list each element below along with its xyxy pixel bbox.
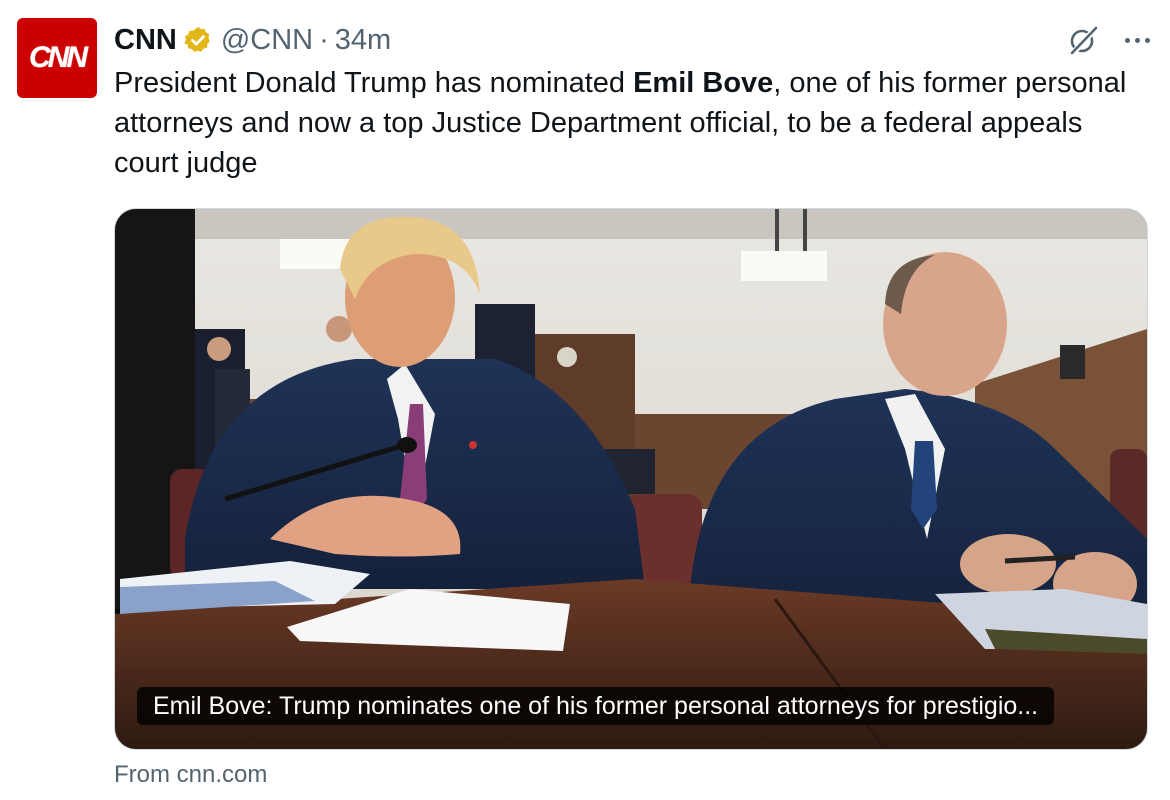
more-dot xyxy=(1145,37,1150,43)
tweet-text-start: President Donald Trump has nominated xyxy=(114,67,634,99)
tweet-header: CNN @CNN · 34m xyxy=(114,20,391,60)
more-dot xyxy=(1135,37,1140,43)
link-card[interactable]: Emil Bove: Trump nominates one of his fo… xyxy=(114,208,1148,750)
separator-dot: · xyxy=(319,24,329,56)
avatar[interactable]: CNN xyxy=(17,18,97,98)
card-caption: Emil Bove: Trump nominates one of his fo… xyxy=(137,687,1055,725)
more-dot xyxy=(1125,37,1130,43)
cnn-logo-text: CNN xyxy=(29,41,88,74)
card-source-domain[interactable]: From cnn.com xyxy=(114,758,267,792)
author-name[interactable]: CNN xyxy=(114,20,177,60)
grok-icon[interactable] xyxy=(1065,22,1101,58)
tweet-text-bold-name: Emil Bove xyxy=(633,67,774,99)
timestamp[interactable]: 34m xyxy=(335,20,391,60)
courtroom-photo xyxy=(115,209,1147,749)
tweet-actions xyxy=(1065,20,1150,60)
verified-badge-icon[interactable] xyxy=(183,25,213,55)
tweet-text: President Donald Trump has nominated Emi… xyxy=(114,63,1144,183)
author-handle[interactable]: @CNN xyxy=(221,20,313,60)
more-options-icon[interactable] xyxy=(1125,37,1150,43)
